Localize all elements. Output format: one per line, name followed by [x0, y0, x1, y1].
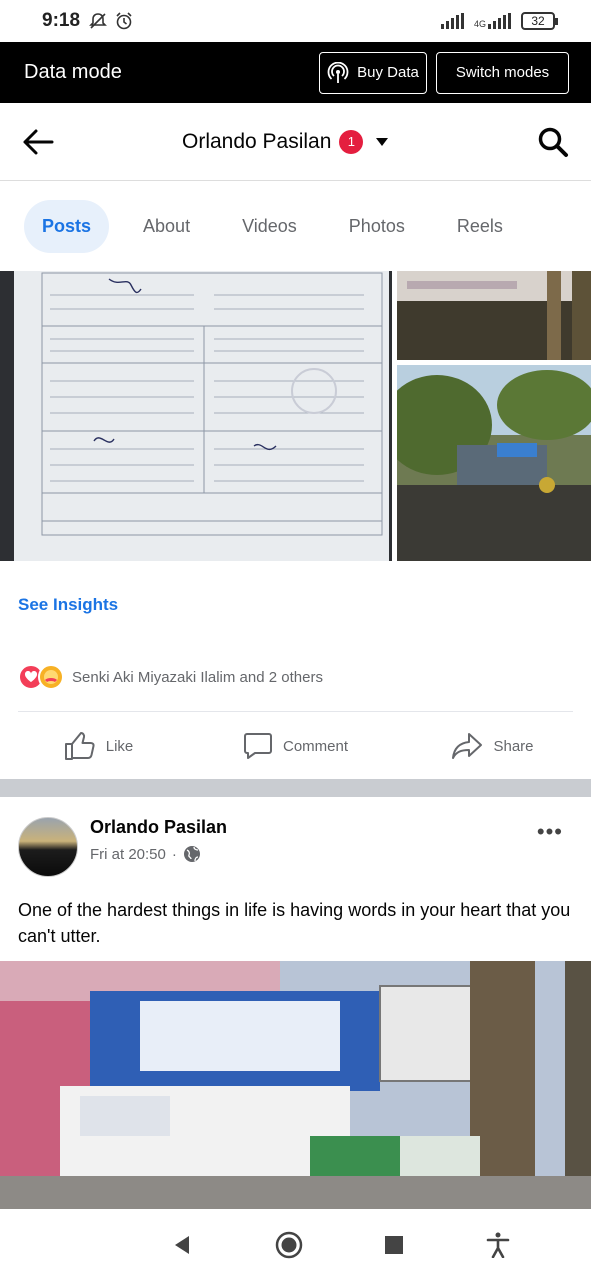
post-actions: Like Comment Share — [0, 713, 591, 779]
post-author[interactable]: Orlando Pasilan — [90, 817, 227, 838]
outdoor-photo-top[interactable] — [397, 271, 591, 360]
more-options-icon[interactable]: ••• — [537, 819, 563, 845]
share-arrow-icon — [452, 733, 483, 759]
data-mode-title: Data mode — [24, 61, 122, 83]
buy-data-label: Buy Data — [357, 64, 419, 81]
back-arrow-icon[interactable] — [22, 128, 54, 156]
data-mode-bar: Data mode Buy Data Switch modes — [0, 42, 591, 103]
post-photo-grid — [0, 271, 591, 561]
back-nav-icon[interactable] — [171, 1234, 193, 1256]
broadcast-icon — [327, 61, 349, 83]
comment-label: Comment — [282, 737, 349, 755]
system-navigation-bar — [0, 1209, 591, 1280]
document-paper — [14, 271, 389, 561]
profile-tabs: Posts About Videos Photos Reels — [0, 181, 591, 271]
switch-modes-button[interactable]: Switch modes — [436, 51, 569, 94]
care-reaction-icon — [38, 664, 64, 690]
post-meta: Fri at 20:50 · — [90, 845, 201, 863]
profile-name[interactable]: Orlando Pasilan — [182, 130, 331, 154]
outdoor-photo-bottom-art — [397, 365, 591, 561]
profile-header: Orlando Pasilan 1 — [0, 103, 591, 181]
accessibility-icon[interactable] — [486, 1232, 510, 1258]
mute-bell-icon — [89, 13, 107, 29]
signal-4g-icon — [488, 13, 511, 29]
status-bar: 9:18 4G 32 — [0, 0, 591, 42]
battery-icon: 32 — [521, 12, 558, 30]
signal-icon — [440, 13, 464, 29]
post-card: Orlando Pasilan Fri at 20:50 · ••• One o… — [0, 797, 591, 1209]
post-image-art — [0, 961, 591, 1209]
switch-modes-label: Switch modes — [455, 64, 550, 81]
globe-icon — [183, 846, 200, 862]
tab-posts[interactable]: Posts — [24, 199, 110, 253]
post-image[interactable] — [0, 961, 591, 1209]
caret-down-icon[interactable] — [375, 137, 389, 147]
tab-photos[interactable]: Photos — [331, 200, 423, 253]
notification-badge: 1 — [339, 129, 364, 154]
comment-icon — [243, 733, 272, 759]
recents-nav-icon[interactable] — [384, 1235, 404, 1255]
status-time: 9:18 — [42, 10, 81, 31]
home-nav-icon[interactable] — [275, 1231, 303, 1259]
thumbs-up-icon — [64, 732, 95, 760]
like-button[interactable]: Like — [0, 731, 197, 761]
tab-about[interactable]: About — [125, 200, 208, 253]
outdoor-photo-bottom[interactable] — [397, 365, 591, 561]
see-insights-link[interactable]: See Insights — [18, 595, 118, 615]
tab-reels[interactable]: Reels — [439, 200, 521, 253]
alarm-icon — [116, 12, 132, 30]
share-button[interactable]: Share — [394, 732, 591, 760]
reactions-summary[interactable]: Senki Aki Miyazaki Ilalim and 2 others — [18, 664, 573, 712]
reactions-text: Senki Aki Miyazaki Ilalim and 2 others — [72, 669, 323, 686]
battery-level: 32 — [531, 14, 545, 28]
network-type-label: 4G — [473, 19, 486, 29]
meta-separator: · — [171, 845, 177, 863]
tab-videos[interactable]: Videos — [224, 200, 315, 253]
search-icon[interactable] — [537, 126, 569, 158]
post-time[interactable]: Fri at 20:50 — [90, 846, 166, 863]
document-photo[interactable] — [0, 271, 392, 561]
avatar[interactable] — [18, 817, 78, 877]
outdoor-photo-top-art — [397, 271, 591, 360]
share-label: Share — [493, 737, 534, 755]
like-label: Like — [105, 737, 134, 755]
buy-data-button[interactable]: Buy Data — [319, 51, 427, 94]
feed-separator — [0, 779, 591, 797]
post-text: One of the hardest things in life is hav… — [18, 900, 571, 946]
comment-button[interactable]: Comment — [197, 732, 394, 760]
document-form-lines — [41, 272, 383, 536]
